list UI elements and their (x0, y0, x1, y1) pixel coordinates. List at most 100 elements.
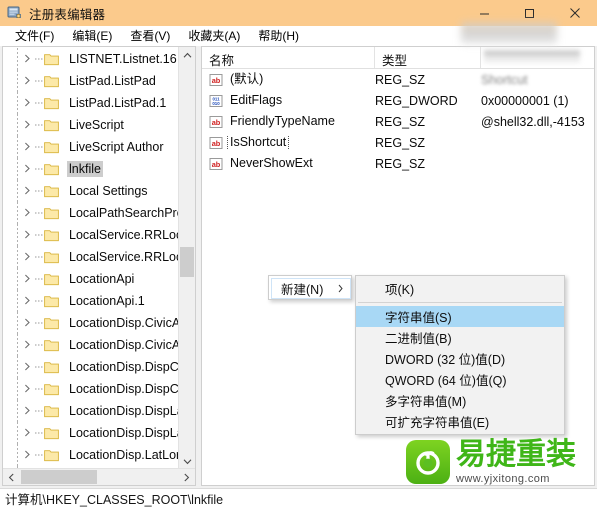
value-name-cell[interactable]: 011 010 EditFlags (202, 93, 375, 108)
registry-value-row[interactable]: 011 010 EditFlags REG_DWORD 0x00000001 (1) (202, 90, 594, 111)
submenu-item[interactable]: 可扩充字符串值(E) (356, 411, 564, 432)
tree-item[interactable]: ListPad.ListPad (3, 70, 178, 92)
folder-icon (44, 405, 59, 418)
submenu-item[interactable]: QWORD (64 位)值(Q) (356, 369, 564, 390)
expand-chevron-icon[interactable] (23, 318, 33, 328)
tree-horizontal-scrollbar[interactable] (3, 468, 195, 485)
submenu-item[interactable]: DWORD (32 位)值(D) (356, 348, 564, 369)
tree-item[interactable]: LocationDisp.LatLor (3, 444, 178, 466)
tree-scroll-area: LISTNET.Listnet.16 ListPad.ListPad ListPad… (3, 47, 178, 470)
expand-chevron-icon[interactable] (23, 450, 33, 460)
tree-item[interactable]: LiveScript (3, 114, 178, 136)
registry-value-row[interactable]: ab FriendlyTypeName REG_SZ @shell32.dll,-41… (202, 111, 594, 132)
expand-chevron-icon[interactable] (23, 230, 33, 240)
tree-item-label: LocationDisp.DispLa (69, 426, 178, 440)
tree-item-label: LiveScript (69, 118, 124, 132)
tree-item[interactable]: LocationDisp.DispCi (3, 378, 178, 400)
tree-item[interactable]: LocationDisp.DispCi (3, 356, 178, 378)
registry-editor-icon (7, 5, 23, 21)
tree-item-label: Local Settings (69, 184, 148, 198)
scroll-left-icon[interactable] (3, 469, 20, 485)
tree-item[interactable]: ListPad.ListPad.1 (3, 92, 178, 114)
list-header: 名称 类型 (202, 47, 594, 69)
menu-view[interactable]: 查看(V) (121, 25, 179, 47)
tree-guide-line (17, 422, 18, 444)
value-name-cell[interactable]: ab (默认) (202, 72, 375, 87)
menu-edit[interactable]: 编辑(E) (63, 25, 121, 47)
tree-item[interactable]: lnkfile (3, 158, 178, 180)
expand-chevron-icon[interactable] (23, 208, 33, 218)
folder-icon (44, 229, 59, 242)
content-area: LISTNET.Listnet.16 ListPad.ListPad ListPad… (0, 46, 597, 488)
submenu-item[interactable]: 字符串值(S) (356, 306, 564, 327)
expand-chevron-icon[interactable] (23, 98, 33, 108)
expand-chevron-icon[interactable] (23, 296, 33, 306)
tree-item[interactable]: LocalPathSearchPro (3, 202, 178, 224)
tree-item[interactable]: LocalService.RRLoca (3, 246, 178, 268)
tree-item[interactable]: LISTNET.Listnet.16 (3, 48, 178, 70)
svg-text:ab: ab (212, 159, 221, 168)
expand-chevron-icon[interactable] (23, 340, 33, 350)
value-name-cell[interactable]: ab NeverShowExt (202, 156, 375, 171)
expand-chevron-icon[interactable] (23, 428, 33, 438)
column-header-name[interactable]: 名称 (202, 47, 375, 68)
tree-connector (35, 278, 43, 280)
expand-chevron-icon[interactable] (23, 76, 33, 86)
tree-connector (35, 212, 43, 214)
tree-guide-line (17, 48, 18, 70)
tree-item[interactable]: LocalService.RRLoca (3, 224, 178, 246)
value-name: (默认) (230, 72, 264, 86)
folder-icon (44, 75, 59, 88)
context-menu-new-label: 新建(N) (281, 283, 324, 297)
submenu-item[interactable]: 多字符串值(M) (356, 390, 564, 411)
expand-chevron-icon[interactable] (23, 120, 33, 130)
expand-chevron-icon[interactable] (23, 362, 33, 372)
expand-chevron-icon[interactable] (23, 186, 33, 196)
tree-item[interactable]: LocationDisp.DispLa (3, 400, 178, 422)
column-header-type[interactable]: 类型 (375, 47, 481, 68)
expand-chevron-icon[interactable] (23, 54, 33, 64)
tree-scroll-thumb[interactable] (180, 247, 194, 277)
tree-item[interactable]: LocationDisp.CivicA (3, 334, 178, 356)
tree-item[interactable]: LocationDisp.CivicA (3, 312, 178, 334)
menu-favorites[interactable]: 收藏夹(A) (179, 25, 249, 47)
tree-item[interactable]: Local Settings (3, 180, 178, 202)
watermark-text: 易捷重装 www.yjxitong.com (456, 439, 576, 485)
folder-icon (44, 97, 59, 110)
tree-hscroll-thumb[interactable] (21, 470, 97, 484)
context-submenu-new-types: 项(K) 字符串值(S) 二进制值(B) DWORD (32 位)值(D) QWORD … (355, 275, 565, 435)
scroll-right-icon[interactable] (178, 469, 195, 485)
submenu-item[interactable]: 二进制值(B) (356, 327, 564, 348)
folder-icon (44, 141, 59, 154)
expand-chevron-icon[interactable] (23, 274, 33, 284)
tree-item-label: LocalPathSearchPro (69, 206, 178, 220)
registry-value-row[interactable]: ab IsShortcut REG_SZ (202, 132, 594, 153)
tree-guide-line (17, 92, 18, 114)
string-value-icon: ab (209, 73, 223, 87)
value-name: EditFlags (230, 93, 283, 107)
registry-value-row[interactable]: ab NeverShowExt REG_SZ (202, 153, 594, 174)
tree-item[interactable]: LiveScript Author (3, 136, 178, 158)
expand-chevron-icon[interactable] (23, 252, 33, 262)
folder-icon (44, 427, 59, 440)
tree-item[interactable]: LocationDisp.DispLa (3, 422, 178, 444)
tree-vertical-scrollbar[interactable] (178, 47, 195, 470)
expand-chevron-icon[interactable] (23, 406, 33, 416)
menu-help[interactable]: 帮助(H) (249, 25, 308, 47)
tree-guide-line (17, 158, 18, 180)
expand-chevron-icon[interactable] (23, 142, 33, 152)
submenu-item[interactable]: 项(K) (356, 278, 564, 299)
registry-value-row[interactable]: ab (默认) REG_SZ Shortcut (202, 69, 594, 90)
context-menu-item-new[interactable]: 新建(N) (271, 278, 351, 299)
tree-item[interactable]: LocationApi.1 (3, 290, 178, 312)
scroll-up-icon[interactable] (179, 47, 195, 64)
expand-chevron-icon[interactable] (23, 384, 33, 394)
value-data: @shell32.dll,-4153 (481, 114, 585, 129)
value-name-cell[interactable]: ab FriendlyTypeName (202, 114, 375, 129)
expand-chevron-icon[interactable] (23, 164, 33, 174)
column-header-data[interactable] (481, 47, 594, 68)
menu-file[interactable]: 文件(F) (6, 25, 63, 47)
value-name-cell[interactable]: ab IsShortcut (202, 135, 375, 150)
tree-item[interactable]: LocationApi (3, 268, 178, 290)
close-button[interactable] (552, 0, 597, 26)
